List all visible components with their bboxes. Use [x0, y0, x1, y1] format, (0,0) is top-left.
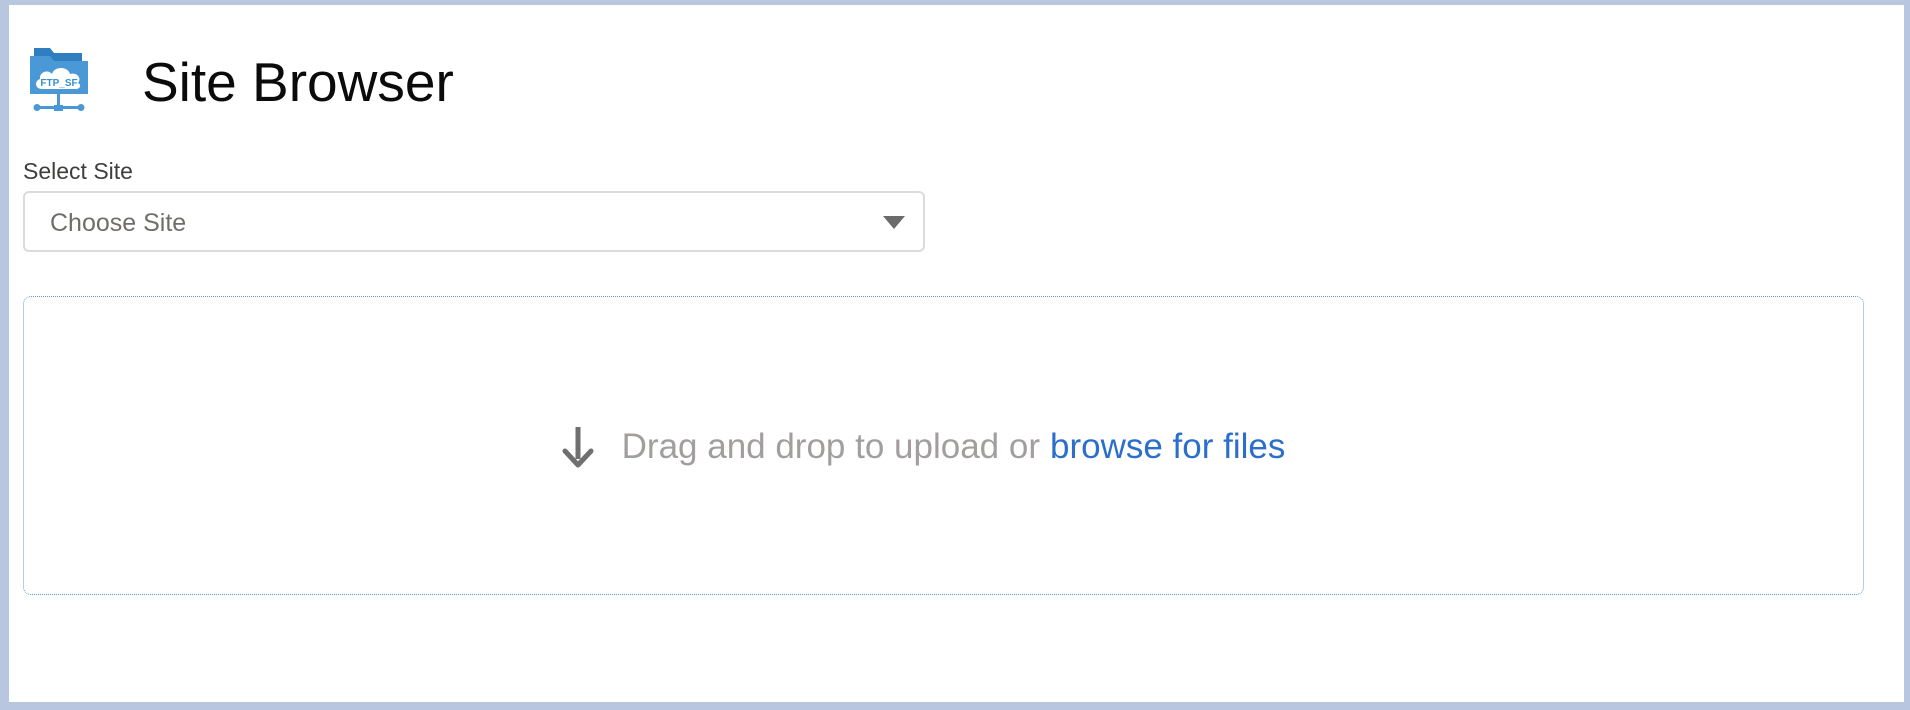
logo-text: FTP_SF: [40, 78, 77, 89]
page-title: Site Browser: [142, 50, 454, 113]
arrow-down-icon: [562, 427, 594, 468]
chevron-down-icon: [883, 216, 905, 229]
dropzone-instruction-text: Drag and drop to upload or: [621, 427, 1040, 466]
file-dropzone[interactable]: Drag and drop to upload or browse for fi…: [23, 296, 1864, 595]
site-select-dropdown[interactable]: Choose Site: [23, 191, 925, 252]
select-site-label: Select Site: [23, 158, 133, 184]
page-header: FTP_SF Site Browser: [24, 40, 454, 120]
ftp-sf-folder-cloud-icon: FTP_SF: [30, 48, 88, 111]
dropzone-content: Drag and drop to upload or browse for fi…: [24, 425, 1863, 469]
page-frame: FTP_SF Site Browser Select Site Choose S…: [0, 0, 1910, 710]
browse-for-files-link[interactable]: browse for files: [1050, 427, 1285, 467]
site-select-value: Choose Site: [50, 209, 187, 237]
